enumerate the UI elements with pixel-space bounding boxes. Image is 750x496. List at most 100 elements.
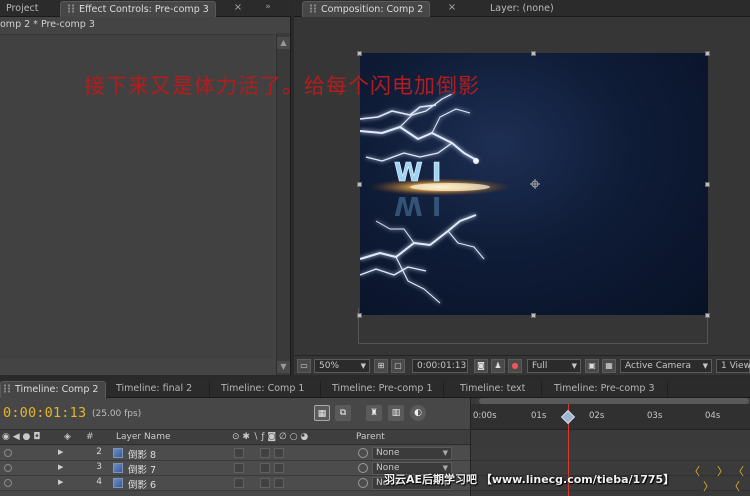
- tab-layer[interactable]: Layer: (none): [484, 1, 560, 17]
- pickwhip-icon[interactable]: [358, 478, 368, 488]
- layer-name[interactable]: 倒影 8: [128, 447, 156, 461]
- scroll-up-icon[interactable]: ▲: [277, 37, 290, 49]
- tab-timeline-comp2[interactable]: Timeline: Comp 2: [0, 381, 106, 398]
- show-snapshot-icon[interactable]: ♟: [491, 359, 505, 373]
- transparency-grid-icon[interactable]: ▦: [602, 359, 616, 373]
- tab-timeline-precomp1-label: Timeline: Pre-comp 1: [332, 383, 433, 394]
- left-panel-tabbar: Project Effect Controls: Pre-comp 3 × »: [0, 0, 291, 17]
- precomp-icon: [113, 448, 123, 458]
- composition-toolbar: ▭ 50% ▼ ⊞ ▢ 0:00:01:13 ◙ ♟ ● Full ▼ ▣ ▦ Ac…: [294, 355, 750, 375]
- panel-menu-icon[interactable]: »: [262, 2, 274, 14]
- transform-handle[interactable]: [531, 51, 536, 56]
- comp-title-reflection: W I: [394, 190, 441, 220]
- tab-timeline-text[interactable]: Timeline: text: [454, 381, 542, 398]
- zoom-select[interactable]: 50% ▼: [314, 359, 370, 373]
- channel-icon[interactable]: ●: [508, 359, 522, 373]
- panel-grip-icon[interactable]: [3, 384, 11, 393]
- effect-switch[interactable]: [274, 463, 284, 473]
- tab-timeline-comp1[interactable]: Timeline: Comp 1: [215, 381, 321, 398]
- quality-switch[interactable]: [260, 448, 270, 458]
- transform-handle[interactable]: [705, 182, 710, 187]
- quality-switch[interactable]: [260, 463, 270, 473]
- comp-mini-flowchart-icon[interactable]: ▦: [314, 405, 330, 421]
- snapshot-icon[interactable]: ◙: [474, 359, 488, 373]
- expand-icon[interactable]: ▶: [58, 463, 63, 471]
- resolution-value: Full: [532, 361, 548, 371]
- effect-controls-path: omp 2 * Pre-comp 3: [0, 19, 95, 30]
- tab-effect-controls[interactable]: Effect Controls: Pre-comp 3: [60, 1, 216, 17]
- layer-column-header: ◉ ◀ ● ◘ ◈ # Layer Name ⊙ ✱ ∖ ƒ ◙ ∅ ○ ◕ P…: [0, 429, 470, 445]
- right-panel-tabbar: Composition: Comp 2 × Layer: (none): [294, 0, 750, 17]
- layer-number: 4: [96, 477, 102, 487]
- eye-icon[interactable]: [4, 479, 12, 487]
- eye-icon[interactable]: [4, 464, 12, 472]
- column-layer-name[interactable]: Layer Name: [116, 431, 171, 444]
- camera-select[interactable]: Active Camera ▼: [620, 359, 712, 373]
- panel-grip-icon[interactable]: [309, 4, 317, 13]
- expand-icon[interactable]: ▶: [58, 478, 63, 486]
- shy-switch[interactable]: [234, 463, 244, 473]
- layer-track[interactable]: [471, 446, 750, 461]
- tab-project-label: Project: [6, 3, 39, 14]
- tab-project[interactable]: Project: [0, 1, 45, 17]
- keyframe-icon[interactable]: 〈: [729, 478, 740, 494]
- tab-timeline-precomp1[interactable]: Timeline: Pre-comp 1: [326, 381, 444, 398]
- transform-handle[interactable]: [357, 182, 362, 187]
- tab-layer-label: Layer: (none): [490, 3, 554, 14]
- parent-value: None: [376, 448, 400, 458]
- resolution-select[interactable]: Full ▼: [527, 359, 581, 373]
- parent-select[interactable]: None ▼: [372, 447, 452, 460]
- hide-shy-layers-icon[interactable]: ▥: [388, 405, 404, 421]
- live-update-icon[interactable]: ⧉: [335, 405, 351, 421]
- time-ruler[interactable]: 0:00s 01s 02s 03s 04s: [471, 404, 750, 430]
- zoom-value: 50%: [319, 361, 340, 371]
- tutorial-caption: 接下来又是体力活了。给每个闪电加倒影: [84, 74, 480, 98]
- transform-handle[interactable]: [531, 313, 536, 318]
- shy-switch[interactable]: [234, 448, 244, 458]
- tab-timeline-final2-label: Timeline: final 2: [116, 383, 193, 394]
- tab-composition[interactable]: Composition: Comp 2: [302, 1, 431, 17]
- keyframe-icon[interactable]: 〉: [703, 478, 714, 494]
- effect-switch[interactable]: [274, 478, 284, 488]
- layer-name[interactable]: 倒影 6: [128, 477, 156, 491]
- draft-3d-icon[interactable]: ♜: [366, 405, 382, 421]
- panel-grip-icon[interactable]: [67, 4, 75, 13]
- mask-toggle-icon[interactable]: ▢: [391, 359, 405, 373]
- view-layout-select[interactable]: 1 View: [716, 359, 750, 373]
- transform-handle[interactable]: [705, 51, 710, 56]
- pickwhip-icon[interactable]: [358, 448, 368, 458]
- comp-timecode: 0:00:01:13: [417, 361, 467, 371]
- label-column-icon[interactable]: ◈: [64, 431, 71, 444]
- timeline-timecode[interactable]: 0:00:01:13: [3, 405, 86, 421]
- layer-name[interactable]: 倒影 7: [128, 462, 156, 476]
- av-features-icon[interactable]: ◉ ◀ ● ◘: [2, 431, 40, 444]
- comp-title-text: W I: [394, 158, 441, 188]
- quality-switch[interactable]: [260, 478, 270, 488]
- layer-number: 2: [96, 447, 102, 457]
- tab-timeline-final2[interactable]: Timeline: final 2: [110, 381, 210, 398]
- tab-timeline-comp2-label: Timeline: Comp 2: [15, 384, 99, 395]
- tab-timeline-precomp3[interactable]: Timeline: Pre-comp 3: [548, 381, 668, 398]
- shy-switch[interactable]: [234, 478, 244, 488]
- switches-column-icons[interactable]: ⊙ ✱ ∖ ƒ ◙ ∅ ○ ◕: [232, 431, 308, 444]
- eye-icon[interactable]: [4, 449, 12, 457]
- safe-zones-icon[interactable]: ⊞: [374, 359, 388, 373]
- layer-row[interactable]: ▶ 2 倒影 8 None ▼: [0, 446, 470, 461]
- timeline-fps: (25.00 fps): [92, 409, 142, 419]
- effect-switch[interactable]: [274, 448, 284, 458]
- pickwhip-icon[interactable]: [358, 463, 368, 473]
- expand-icon[interactable]: ▶: [58, 448, 63, 456]
- transform-handle[interactable]: [705, 313, 710, 318]
- transform-handle[interactable]: [357, 313, 362, 318]
- tab-timeline-precomp3-label: Timeline: Pre-comp 3: [554, 383, 655, 394]
- ruler-tick: 0:00s: [473, 411, 497, 421]
- always-preview-icon[interactable]: ▭: [297, 359, 311, 373]
- tab-timeline-comp1-label: Timeline: Comp 1: [221, 383, 305, 394]
- scroll-down-icon[interactable]: ▼: [277, 361, 290, 373]
- close-tab-icon[interactable]: ×: [232, 2, 244, 14]
- current-time-display[interactable]: 0:00:01:13: [412, 359, 468, 373]
- motion-blur-icon[interactable]: ◐: [410, 405, 426, 421]
- close-tab-icon[interactable]: ×: [446, 2, 458, 14]
- transform-handle[interactable]: [357, 51, 362, 56]
- region-of-interest-icon[interactable]: ▣: [585, 359, 599, 373]
